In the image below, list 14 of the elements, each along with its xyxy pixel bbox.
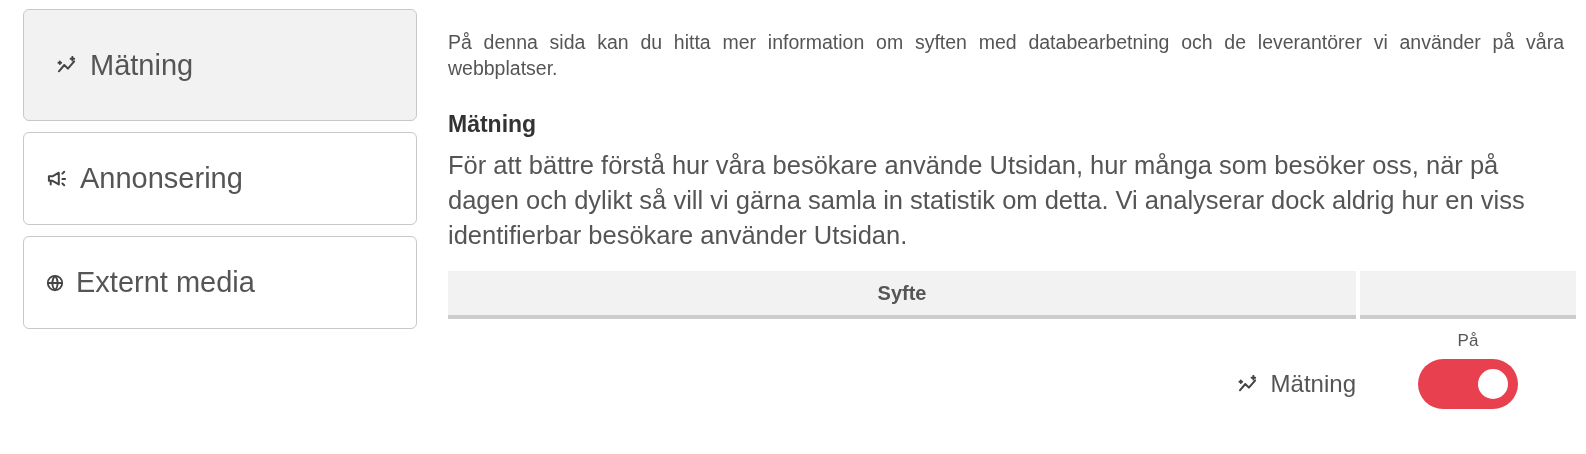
sparkle-chart-icon	[1236, 375, 1259, 393]
purpose-label: Mätning	[1270, 370, 1356, 398]
megaphone-icon	[46, 169, 68, 188]
sidebar-tab[interactable]: Annonsering	[23, 132, 417, 225]
column-header: Syfte	[448, 271, 1356, 319]
section-description: För att bättre förstå hur våra besökare använde Utsidan, hur många som besöker oss, när på dagen och dylikt så vill vi gärna samla in statistik om detta. Vi analyserar dock aldrig hur en viss identifierbar besökare använder Utsidan.	[448, 150, 1526, 251]
globe-icon	[46, 273, 64, 292]
sidebar-tab[interactable]: Externt media	[23, 236, 417, 329]
intro-text: På denna sida kan du hitta mer information om syften med databearbetning och de leverantörer vi använder på våra webbplatser.	[448, 30, 1564, 81]
toggle-label: På	[1457, 331, 1479, 351]
sparkle-chart-icon	[56, 56, 78, 74]
section-heading: Mätning	[448, 111, 538, 138]
sidebar-tab[interactable]: Mätning	[23, 9, 417, 121]
toggle-switch[interactable]	[1418, 359, 1518, 409]
